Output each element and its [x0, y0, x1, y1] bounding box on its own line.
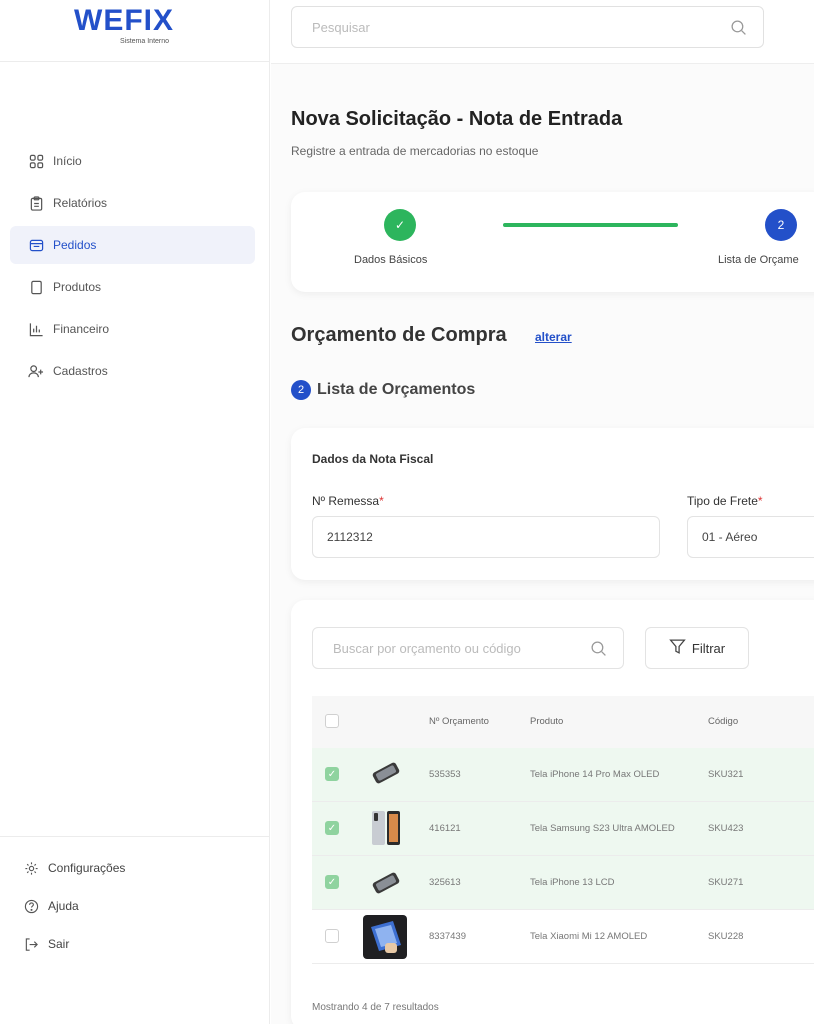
- step-label-dados-basicos: Dados Básicos: [354, 254, 428, 266]
- product-name: Tela Samsung S23 Ultra AMOLED: [530, 822, 675, 834]
- topbar: [271, 0, 814, 64]
- search-input[interactable]: [292, 7, 712, 47]
- orcamento-number: 416121: [429, 822, 461, 834]
- inbox-icon: [28, 237, 44, 253]
- grid-icon: [28, 153, 44, 169]
- sidebar-item-label: Ajuda: [48, 899, 79, 913]
- step-current-indicator: 2: [765, 209, 797, 241]
- logo-subtitle: Sistema Interno: [120, 38, 170, 45]
- sidebar-bottom-nav: Configurações Ajuda Sair: [0, 836, 270, 963]
- product-code: SKU271: [708, 876, 744, 888]
- subsection-title: Lista de Orçamentos: [317, 381, 476, 398]
- orcamento-search-input[interactable]: [313, 628, 573, 668]
- global-search: [291, 6, 764, 48]
- remessa-field[interactable]: 2112312: [312, 516, 660, 558]
- frete-label-text: Tipo de Frete: [687, 494, 758, 508]
- orcamento-number: 535353: [429, 768, 461, 780]
- page-title: Nova Solicitação - Nota de Entrada: [291, 108, 623, 130]
- product-name: Tela iPhone 14 Pro Max OLED: [530, 768, 660, 780]
- search-icon[interactable]: [590, 640, 607, 662]
- sidebar-item-financeiro[interactable]: Financeiro: [10, 310, 255, 348]
- user-plus-icon: [28, 363, 44, 379]
- sidebar-item-label: Financeiro: [53, 322, 110, 336]
- select-all-checkbox[interactable]: [325, 714, 339, 728]
- required-mark: *: [757, 494, 763, 508]
- product-code: SKU321: [708, 768, 744, 780]
- table-row[interactable]: ✓ 535353 Tela iPhone 14 Pro Max OLED SKU…: [312, 748, 814, 802]
- sidebar: WEFIX Sistema Interno Início Relatórios …: [0, 0, 270, 1024]
- product-thumbnail: [363, 915, 407, 959]
- product-code: SKU423: [708, 822, 744, 834]
- search-icon[interactable]: [730, 19, 747, 41]
- phone-icon: [28, 279, 44, 295]
- orcamentos-table: Nº Orçamento Produto Código ✓ 535353 Tel…: [312, 696, 814, 964]
- nota-fiscal-card: Dados da Nota Fiscal Nº Remessa* 2112312…: [291, 428, 814, 580]
- product-thumbnail: [363, 753, 407, 797]
- stepper: ✓ 2 Dados Básicos Lista de Orçame: [291, 192, 814, 292]
- table-header: Nº Orçamento Produto Código: [312, 696, 814, 748]
- sidebar-item-ajuda[interactable]: Ajuda: [5, 887, 270, 925]
- sidebar-item-label: Relatórios: [53, 196, 108, 210]
- step-connector: [503, 223, 678, 227]
- product-thumbnail: [363, 861, 407, 905]
- results-count: Mostrando 4 de 7 resultados: [312, 1002, 439, 1013]
- product-name: Tela iPhone 13 LCD: [530, 876, 615, 888]
- sidebar-item-label: Cadastros: [53, 364, 108, 378]
- help-icon: [23, 898, 39, 914]
- sidebar-item-label: Configurações: [48, 861, 126, 875]
- nota-fiscal-heading: Dados da Nota Fiscal: [312, 452, 434, 466]
- sidebar-item-label: Pedidos: [53, 238, 97, 252]
- bar-chart-icon: [28, 321, 44, 337]
- col-header-codigo[interactable]: Código: [708, 696, 738, 748]
- row-checkbox[interactable]: ✓: [325, 875, 339, 889]
- page-subtitle: Registre a entrada de mercadorias no est…: [291, 144, 539, 158]
- sidebar-item-configuracoes[interactable]: Configurações: [5, 849, 270, 887]
- sidebar-item-inicio[interactable]: Início: [10, 142, 255, 180]
- step-done-indicator: ✓: [384, 209, 416, 241]
- subsection-heading: 2 Lista de Orçamentos: [291, 380, 475, 400]
- sidebar-item-label: Início: [53, 154, 82, 168]
- logout-icon: [23, 936, 39, 952]
- table-row[interactable]: 8337439 Tela Xiaomi Mi 12 AMOLED SKU228: [312, 910, 814, 964]
- col-header-produto[interactable]: Produto: [530, 696, 690, 748]
- gear-icon: [23, 860, 39, 876]
- col-header-orcamento[interactable]: Nº Orçamento: [429, 696, 489, 748]
- filter-icon: [669, 638, 686, 658]
- frete-label: Tipo de Frete*: [687, 494, 763, 508]
- sidebar-item-pedidos[interactable]: Pedidos: [10, 226, 255, 264]
- row-checkbox[interactable]: ✓: [325, 821, 339, 835]
- list-search: [312, 627, 624, 669]
- sidebar-nav: Início Relatórios Pedidos Produtos Finan…: [10, 142, 255, 394]
- sidebar-item-produtos[interactable]: Produtos: [10, 268, 255, 306]
- sidebar-item-cadastros[interactable]: Cadastros: [10, 352, 255, 390]
- sidebar-item-label: Sair: [48, 937, 70, 951]
- clipboard-icon: [28, 195, 44, 211]
- product-thumbnail: [363, 807, 407, 851]
- main-content: Nova Solicitação - Nota de Entrada Regis…: [271, 0, 814, 1024]
- step-label-lista-orcamentos: Lista de Orçame: [718, 254, 799, 266]
- alterar-link[interactable]: alterar: [535, 330, 572, 344]
- orcamento-number: 8337439: [429, 930, 466, 942]
- product-name: Tela Xiaomi Mi 12 AMOLED: [530, 930, 648, 942]
- logo-wordmark: WEFIX: [74, 4, 174, 37]
- step-number-badge: 2: [291, 380, 311, 400]
- remessa-label-text: Nº Remessa: [312, 494, 380, 508]
- row-checkbox[interactable]: [325, 929, 339, 943]
- row-checkbox[interactable]: ✓: [325, 767, 339, 781]
- orcamento-number: 325613: [429, 876, 461, 888]
- logo[interactable]: WEFIX Sistema Interno: [0, 0, 269, 62]
- filter-button-label: Filtrar: [691, 640, 726, 656]
- table-row[interactable]: ✓ 325613 Tela iPhone 13 LCD SKU271: [312, 856, 814, 910]
- table-row[interactable]: ✓ 416121 Tela Samsung S23 Ultra AMOLED S…: [312, 802, 814, 856]
- sidebar-item-label: Produtos: [53, 280, 102, 294]
- sidebar-item-sair[interactable]: Sair: [5, 925, 270, 963]
- required-mark: *: [379, 494, 384, 508]
- filter-button[interactable]: Filtrar: [645, 627, 749, 669]
- frete-select[interactable]: 01 - Aéreo: [687, 516, 814, 558]
- section-title: Orçamento de Compra: [291, 324, 507, 346]
- orcamentos-list-card: Filtrar Nº Orçamento Produto Código ✓ 53…: [291, 600, 814, 1024]
- sidebar-item-relatorios[interactable]: Relatórios: [10, 184, 255, 222]
- remessa-label: Nº Remessa*: [312, 494, 384, 508]
- product-code: SKU228: [708, 930, 744, 942]
